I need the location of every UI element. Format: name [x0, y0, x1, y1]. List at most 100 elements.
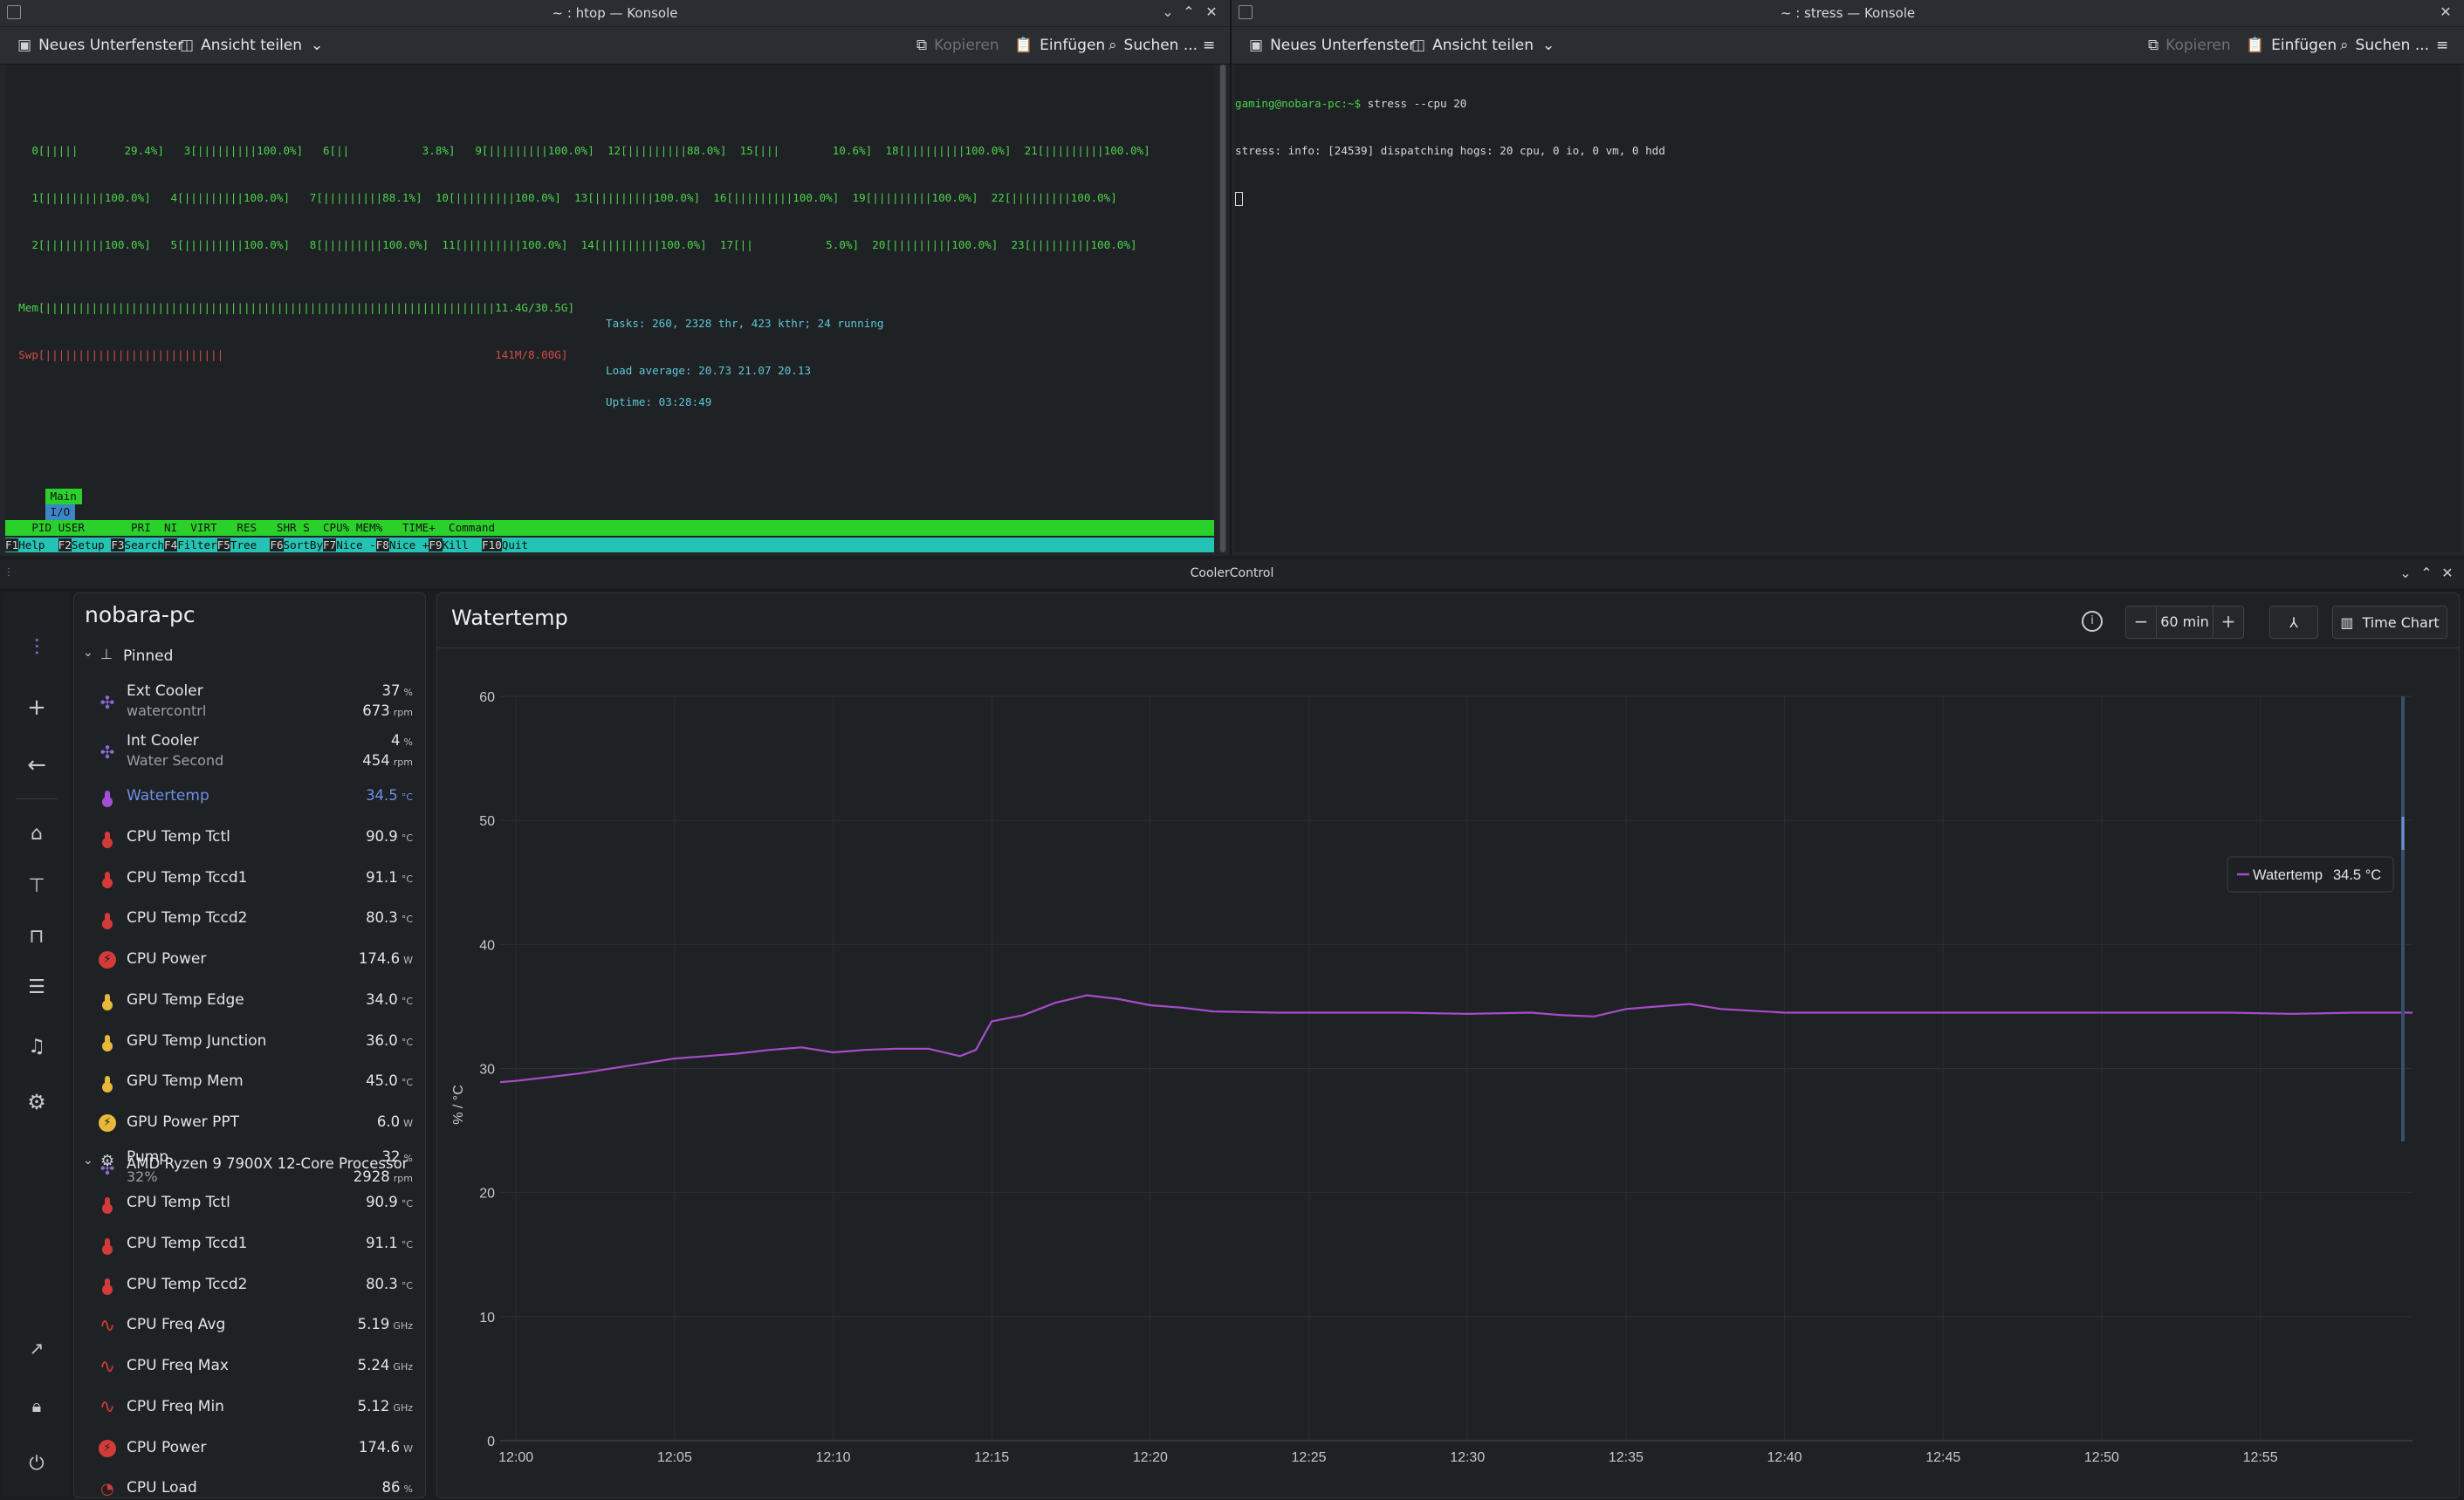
sensor-row[interactable]: Watertemp 34.5 °C: [74, 777, 425, 818]
cpu-group-header[interactable]: ⌄ ⚙ AMD Ryzen 9 7900X 12-Core Processor: [74, 1152, 425, 1178]
fkey-label[interactable]: Nice -: [336, 538, 376, 551]
add-icon[interactable]: +: [21, 692, 52, 723]
duration-value[interactable]: 60 min: [2156, 606, 2213, 638]
terminal-scrollbar[interactable]: [1219, 65, 1226, 552]
tab-io[interactable]: I/O: [45, 504, 76, 520]
decrease-duration-button[interactable]: −: [2126, 606, 2157, 638]
minimize-icon[interactable]: ⌄: [1158, 3, 1177, 20]
bookmark-icon[interactable]: ⊓: [21, 921, 52, 952]
fkey-number[interactable]: F2: [58, 538, 72, 551]
wave-icon: ∿: [99, 1396, 116, 1419]
tab-main[interactable]: Main: [45, 489, 82, 504]
fkey-number[interactable]: F6: [270, 538, 284, 551]
sensor-row[interactable]: ∿ CPU Freq Avg 5.19 GHz: [74, 1305, 425, 1346]
bell-icon[interactable]: ♫: [21, 1031, 52, 1062]
fkey-label[interactable]: Tree: [230, 538, 271, 551]
sensor-row[interactable]: GPU Temp Edge 34.0 °C: [74, 981, 425, 1022]
fkey-label[interactable]: Nice +: [389, 538, 429, 551]
fkey-label[interactable]: Search: [125, 538, 165, 551]
fkey-label[interactable]: SortBy: [284, 538, 324, 551]
sensor-row[interactable]: CPU Temp Tccd1 91.1 °C: [74, 858, 425, 899]
sliders-icon[interactable]: ⫶: [21, 633, 52, 664]
fkey-number[interactable]: F7: [323, 538, 337, 551]
fkey-label[interactable]: Filter: [177, 538, 217, 551]
paste-button[interactable]: 📋 Einfügen: [1014, 37, 1105, 54]
copy-icon: ⧉: [916, 37, 928, 54]
fkey-number[interactable]: F9: [429, 538, 443, 551]
increase-duration-button[interactable]: +: [2213, 606, 2243, 638]
find-button[interactable]: ⌕ Suchen ...: [1108, 37, 1198, 54]
minimize-icon[interactable]: ⌄: [2396, 565, 2415, 581]
sensor-value: 90.9 °C: [366, 828, 413, 845]
sensor-row[interactable]: CPU Temp Tccd2 80.3 °C: [74, 899, 425, 940]
new-tab-button[interactable]: ▣ Neues Unterfenster: [1249, 37, 1415, 54]
gear-icon[interactable]: ⚙: [21, 1086, 52, 1118]
list-collapse-icon[interactable]: ☰: [21, 971, 52, 1003]
stress-terminal[interactable]: gaming@nobara-pc:~$ stress --cpu 20 stre…: [1235, 65, 2461, 552]
sensor-row[interactable]: ✣ Int Cooler Water Second 4% 454 rpm: [74, 727, 425, 777]
fkey-number[interactable]: F5: [216, 538, 230, 551]
window-titlebar[interactable]: ⫶ CoolerControl ⌄ ⌃ ✕: [0, 559, 2464, 590]
fkey-label[interactable]: Kill: [443, 538, 483, 551]
power-icon[interactable]: ⏻: [21, 1448, 52, 1479]
external-link-icon[interactable]: ↗: [21, 1332, 52, 1364]
home-icon[interactable]: ⌂: [21, 818, 52, 849]
chart-type-button[interactable]: ▥ Time Chart: [2332, 606, 2447, 639]
sensor-row[interactable]: ✣ Ext Cooler watercontrl 37% 673 rpm: [74, 677, 425, 727]
sensor-value-unit: W: [403, 1442, 413, 1455]
copy-button[interactable]: ⧉ Kopieren: [2148, 37, 2231, 54]
sensor-row[interactable]: CPU Temp Tctl 90.9 °C: [74, 1183, 425, 1224]
find-label: Suchen ...: [2355, 37, 2430, 54]
hamburger-menu-icon[interactable]: ≡: [1203, 37, 1215, 54]
sensor-row[interactable]: ⚡ CPU Power 174.6 W: [74, 940, 425, 981]
sensor-row[interactable]: ⚡ CPU Power 174.6 W: [74, 1428, 425, 1469]
hamburger-menu-icon[interactable]: ≡: [2436, 37, 2448, 54]
sensor-row[interactable]: ∿ CPU Freq Min 5.12 GHz: [74, 1387, 425, 1428]
hierarchy-icon[interactable]: ⊤: [21, 870, 52, 901]
watertemp-time-chart[interactable]: 0 10 20 30 40 50 60 12:00 12:05 12:10 12:15 12:20 1…: [437, 651, 2445, 1489]
window-titlebar[interactable]: ~ : htop — Konsole ⌄ ⌃ ✕: [0, 0, 1230, 27]
fkey-number[interactable]: F1: [5, 538, 19, 551]
sensor-value-unit: %: [403, 736, 413, 748]
back-arrow-icon[interactable]: ←: [21, 750, 52, 781]
maximize-icon[interactable]: ⌃: [2417, 565, 2436, 581]
paste-button[interactable]: 📋 Einfügen: [2246, 37, 2337, 54]
copy-label: Kopieren: [934, 37, 999, 54]
close-icon[interactable]: ✕: [2436, 3, 2455, 20]
sensor-label: CPU Load: [127, 1479, 197, 1497]
fkey-number[interactable]: F3: [111, 538, 125, 551]
split-view-button[interactable]: ◫ Ansicht teilen ⌄: [180, 37, 323, 54]
lock-icon[interactable]: 🔒︎: [21, 1390, 52, 1421]
x-tick-label: 12:30: [1450, 1450, 1485, 1465]
sensor-row[interactable]: ∿ CPU Freq Max 5.24 GHz: [74, 1346, 425, 1387]
copy-button[interactable]: ⧉ Kopieren: [916, 37, 999, 54]
process-table-header[interactable]: PID USER PRI NI VIRT RES SHR S CPU% MEM%…: [5, 520, 1214, 536]
fkey-label[interactable]: Setup: [72, 538, 112, 551]
close-icon[interactable]: ✕: [1202, 3, 1221, 20]
split-view-button[interactable]: ◫ Ansicht teilen ⌄: [1411, 37, 1555, 54]
sensor-sublabel: Water Second: [127, 752, 224, 769]
info-icon[interactable]: i: [2082, 611, 2103, 632]
y-tick-label: 20: [479, 1187, 495, 1202]
axis-options-button[interactable]: ⅄: [2269, 606, 2318, 639]
sensor-row[interactable]: CPU Temp Tctl 90.9 °C: [74, 818, 425, 859]
fkey-label[interactable]: Help: [18, 538, 58, 551]
htop-terminal[interactable]: 0[||||| 29.4%] 3[|||||||||100.0%] 6[|| 3…: [5, 65, 1214, 552]
sensor-row[interactable]: CPU Temp Tccd1 91.1 °C: [74, 1224, 425, 1265]
window-titlebar[interactable]: ~ : stress — Konsole ✕: [1232, 0, 2464, 27]
sensor-row[interactable]: ◔ CPU Load 86%: [74, 1469, 425, 1497]
close-icon[interactable]: ✕: [2438, 565, 2457, 581]
new-tab-button[interactable]: ▣ Neues Unterfenster: [17, 37, 183, 54]
fkey-label[interactable]: Quit: [502, 538, 528, 551]
sensor-row[interactable]: ⚡ GPU Power PPT 6.0 W: [74, 1103, 425, 1144]
fkey-number[interactable]: F10: [482, 538, 502, 551]
maximize-icon[interactable]: ⌃: [1179, 3, 1198, 20]
fkey-number[interactable]: F8: [375, 538, 389, 551]
pinned-group-header[interactable]: ⌄ ⊥ Pinned: [74, 644, 425, 670]
sensor-row[interactable]: CPU Temp Tccd2 80.3 °C: [74, 1264, 425, 1305]
sensor-row[interactable]: GPU Temp Junction 36.0 °C: [74, 1021, 425, 1062]
fkey-number[interactable]: F4: [164, 538, 178, 551]
sensor-row[interactable]: GPU Temp Mem 45.0 °C: [74, 1062, 425, 1103]
pin-icon: ⊥: [100, 646, 113, 662]
find-button[interactable]: ⌕ Suchen ...: [2340, 37, 2429, 54]
